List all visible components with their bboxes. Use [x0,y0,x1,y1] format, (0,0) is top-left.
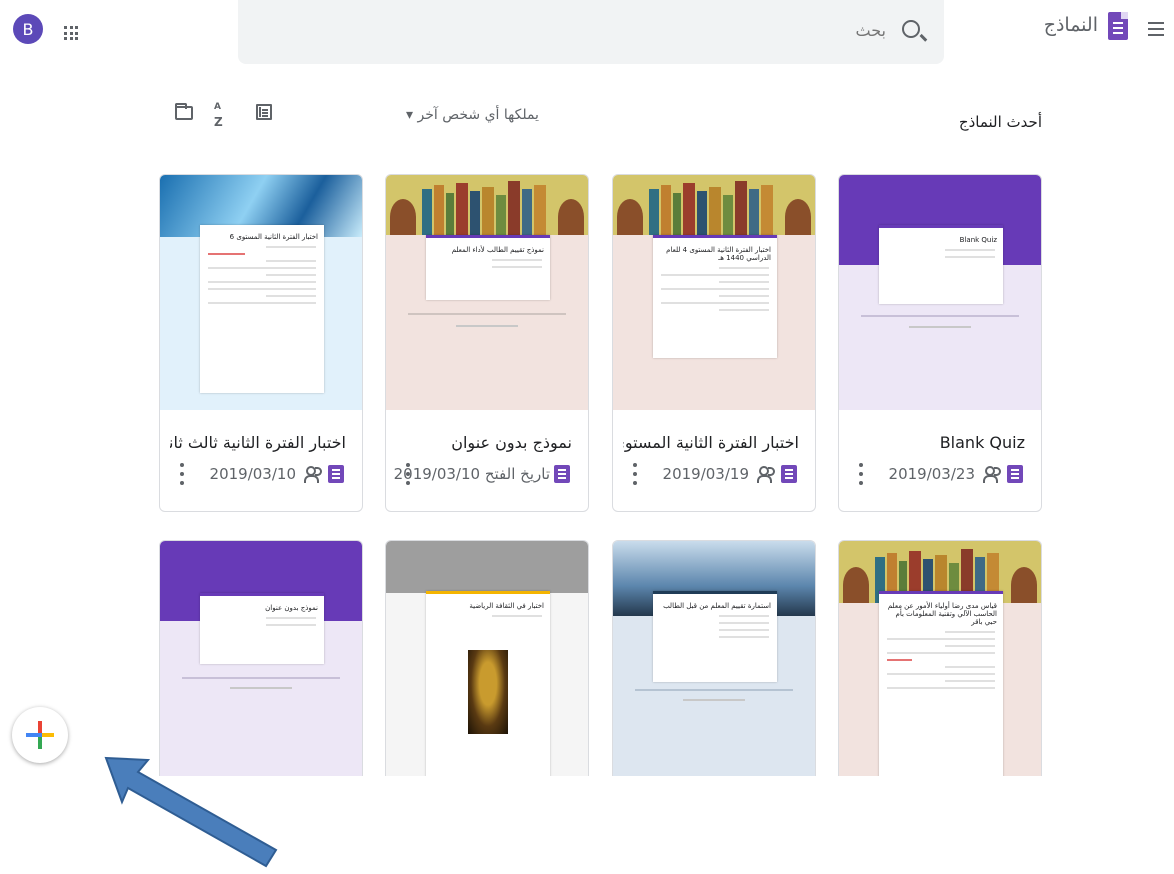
form-date: تاريخ الفتح 2019/03/10 [393,465,550,483]
form-thumbnail: اختبار الفترة الثانية المستوى 6 [160,175,362,410]
forms-icon [781,465,797,483]
people-icon [983,465,1003,483]
form-thumbnail: Blank Quiz [839,175,1041,410]
forms-icon [1007,465,1023,483]
app-title[interactable]: النماذج [1044,14,1098,36]
form-thumbnail: اختبار في الثقافة الرياضية [386,541,588,776]
create-form-button[interactable] [12,707,68,763]
search-icon[interactable] [902,20,920,38]
forms-icon [328,465,344,483]
people-icon [304,465,324,483]
apps-grid-icon[interactable] [64,26,78,40]
trophy-image [468,650,508,734]
more-vert-icon[interactable] [406,463,410,485]
form-title[interactable]: اختبار الفترة الثانية المستوى 4 للعام ال… [623,433,799,452]
section-title: أحدث النماذج [958,113,1042,131]
list-view-icon[interactable] [256,104,272,120]
annotation-arrow [104,756,278,868]
forms-logo-icon[interactable] [1108,12,1128,40]
form-thumbnail: استمارة تقييم المعلم من قبل الطالب [613,541,815,776]
people-icon [757,465,777,483]
sort-az-icon[interactable]: AZ [214,100,223,129]
more-vert-icon[interactable] [633,463,637,485]
form-date: 2019/03/19 [662,465,749,483]
thumbnail-title: Blank Quiz [959,236,997,244]
form-title[interactable]: Blank Quiz [940,433,1025,452]
thumbnail-title: قياس مدى رضا أولياء الأمور عن معلم الحاس… [887,602,997,626]
form-card[interactable]: اختبار الفترة الثانية المستوى 6 اختبار ا… [159,174,363,512]
thumbnail-title: اختبار الفترة الثانية المستوى 4 للعام ال… [666,246,771,262]
form-title[interactable]: اختبار الفترة الثانية ثالث ثانوي [170,433,346,452]
more-vert-icon[interactable] [180,463,184,485]
form-card[interactable]: نموذج تقييم الطالب لأداء المعلم نموذج بد… [385,174,589,512]
main-menu-icon[interactable] [1148,22,1164,36]
form-card[interactable]: اختبار في الثقافة الرياضية [385,540,589,776]
folder-icon[interactable] [175,103,193,120]
form-title[interactable]: نموذج بدون عنوان [451,433,572,452]
form-card[interactable]: اختبار الفترة الثانية المستوى 4 للعام ال… [612,174,816,512]
forms-icon [554,465,570,483]
thumbnail-title: اختبار في الثقافة الرياضية [469,602,544,610]
create-plus-icon [12,707,68,763]
form-date: 2019/03/23 [888,465,975,483]
form-card[interactable]: استمارة تقييم المعلم من قبل الطالب [612,540,816,776]
form-thumbnail: نموذج تقييم الطالب لأداء المعلم [386,175,588,410]
form-card[interactable]: نموذج بدون عنوان [159,540,363,776]
form-card[interactable]: قياس مدى رضا أولياء الأمور عن معلم الحاس… [838,540,1042,776]
form-thumbnail: اختبار الفترة الثانية المستوى 4 للعام ال… [613,175,815,410]
form-thumbnail: نموذج بدون عنوان [160,541,362,776]
search-input[interactable] [584,20,888,41]
form-card[interactable]: Blank Quiz Blank Quiz 2019/03/23 [838,174,1042,512]
account-avatar[interactable]: B [13,14,43,44]
form-thumbnail: قياس مدى رضا أولياء الأمور عن معلم الحاس… [839,541,1041,776]
thumbnail-title: نموذج بدون عنوان [265,604,318,612]
owner-filter-dropdown[interactable]: يملكها أي شخص آخر ▾ [406,107,539,123]
more-vert-icon[interactable] [859,463,863,485]
search-bar[interactable] [238,0,944,64]
form-date: 2019/03/10 [209,465,296,483]
thumbnail-title: اختبار الفترة الثانية المستوى 6 [229,233,318,241]
thumbnail-title: استمارة تقييم المعلم من قبل الطالب [663,602,771,610]
thumbnail-title: نموذج تقييم الطالب لأداء المعلم [451,246,544,254]
